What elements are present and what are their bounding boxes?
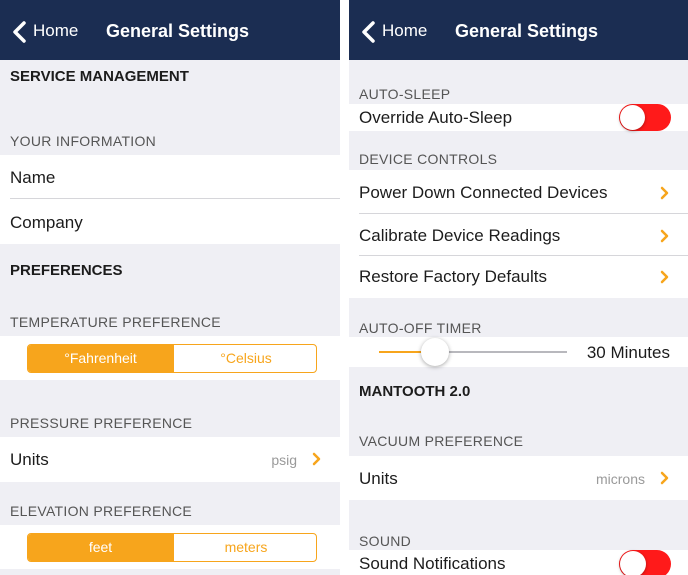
vacuum-units-row[interactable]: Units microns: [349, 456, 688, 500]
pressure-units-row[interactable]: Units psig: [0, 437, 340, 482]
section-header-temperature: TEMPERATURE PREFERENCE: [10, 314, 221, 330]
override-auto-sleep-row: Override Auto-Sleep: [349, 104, 688, 131]
auto-off-timer-slider[interactable]: [421, 338, 450, 366]
auto-off-timer-value: 30 Minutes: [586, 343, 670, 362]
pressure-units-value: psig: [271, 452, 297, 468]
toggle-knob: [620, 551, 646, 575]
chevron-right-icon: [312, 452, 321, 466]
elevation-row: feet meters: [0, 525, 340, 569]
pressure-units-label: Units: [10, 450, 49, 469]
elevation-segmented-control: feet meters: [27, 533, 317, 562]
auto-off-timer-row: 30 Minutes: [349, 337, 688, 367]
sound-notifications-label: Sound Notifications: [359, 554, 506, 573]
vacuum-units-label: Units: [359, 469, 398, 488]
company-field[interactable]: Company: [10, 213, 83, 233]
name-field[interactable]: Name: [10, 168, 55, 188]
section-header-pressure: PRESSURE PREFERENCE: [10, 415, 193, 431]
sound-notifications-toggle[interactable]: [619, 550, 671, 575]
section-header-vacuum: VACUUM PREFERENCE: [359, 433, 524, 449]
vacuum-units-value: microns: [595, 471, 645, 487]
device-controls-group: Power Down Connected Devices Calibrate D…: [349, 170, 688, 298]
section-header-your-information: YOUR INFORMATION: [10, 133, 157, 149]
section-header-sound: SOUND: [359, 533, 412, 549]
row-divider: [359, 213, 688, 214]
fahrenheit-option[interactable]: °Fahrenheit: [28, 345, 173, 372]
page-title: General Settings: [455, 21, 599, 41]
temperature-row: °Fahrenheit °Celsius: [0, 336, 340, 380]
power-down-devices-item[interactable]: Power Down Connected Devices: [359, 183, 608, 203]
back-chevron-icon[interactable]: [361, 21, 377, 43]
your-information-group: Name Company: [0, 155, 340, 244]
row-divider: [10, 198, 340, 199]
row-divider: [359, 255, 688, 256]
sound-notifications-row: Sound Notifications: [349, 550, 688, 575]
override-auto-sleep-label: Override Auto-Sleep: [359, 108, 513, 127]
back-button[interactable]: Home: [382, 21, 427, 41]
toggle-knob: [620, 105, 645, 130]
feet-option[interactable]: feet: [28, 534, 173, 561]
navigation-bar: Home General Settings: [349, 0, 688, 60]
chevron-right-icon: [660, 471, 669, 485]
temperature-segmented-control: °Fahrenheit °Celsius: [27, 344, 317, 373]
section-header-auto-sleep: AUTO-SLEEP: [359, 86, 451, 102]
calibrate-readings-item[interactable]: Calibrate Device Readings: [359, 226, 560, 246]
chevron-right-icon: [660, 270, 669, 284]
restore-factory-defaults-item[interactable]: Restore Factory Defaults: [359, 267, 547, 287]
section-header-elevation: ELEVATION PREFERENCE: [10, 503, 193, 519]
page-title: General Settings: [106, 21, 250, 41]
chevron-right-icon: [660, 186, 669, 200]
section-title-service-management: SERVICE MANAGEMENT: [10, 68, 189, 85]
back-chevron-icon[interactable]: [12, 21, 28, 43]
section-header-auto-off-timer: AUTO-OFF TIMER: [359, 320, 482, 336]
section-header-device-controls: DEVICE CONTROLS: [359, 151, 498, 167]
general-settings-screen-left: Home General Settings SERVICE MANAGEMENT…: [0, 0, 340, 575]
meters-option[interactable]: meters: [173, 534, 316, 561]
navigation-bar: Home General Settings: [0, 0, 340, 60]
section-title-mantooth: MANTOOTH 2.0: [359, 383, 471, 400]
celsius-option[interactable]: °Celsius: [173, 345, 316, 372]
general-settings-screen-right: Home General Settings AUTO-SLEEP Overrid…: [349, 0, 688, 575]
chevron-right-icon: [660, 229, 669, 243]
override-auto-sleep-toggle[interactable]: [619, 104, 671, 131]
slider-track: [435, 351, 567, 353]
back-button[interactable]: Home: [33, 21, 78, 41]
section-title-preferences: PREFERENCES: [10, 262, 123, 279]
